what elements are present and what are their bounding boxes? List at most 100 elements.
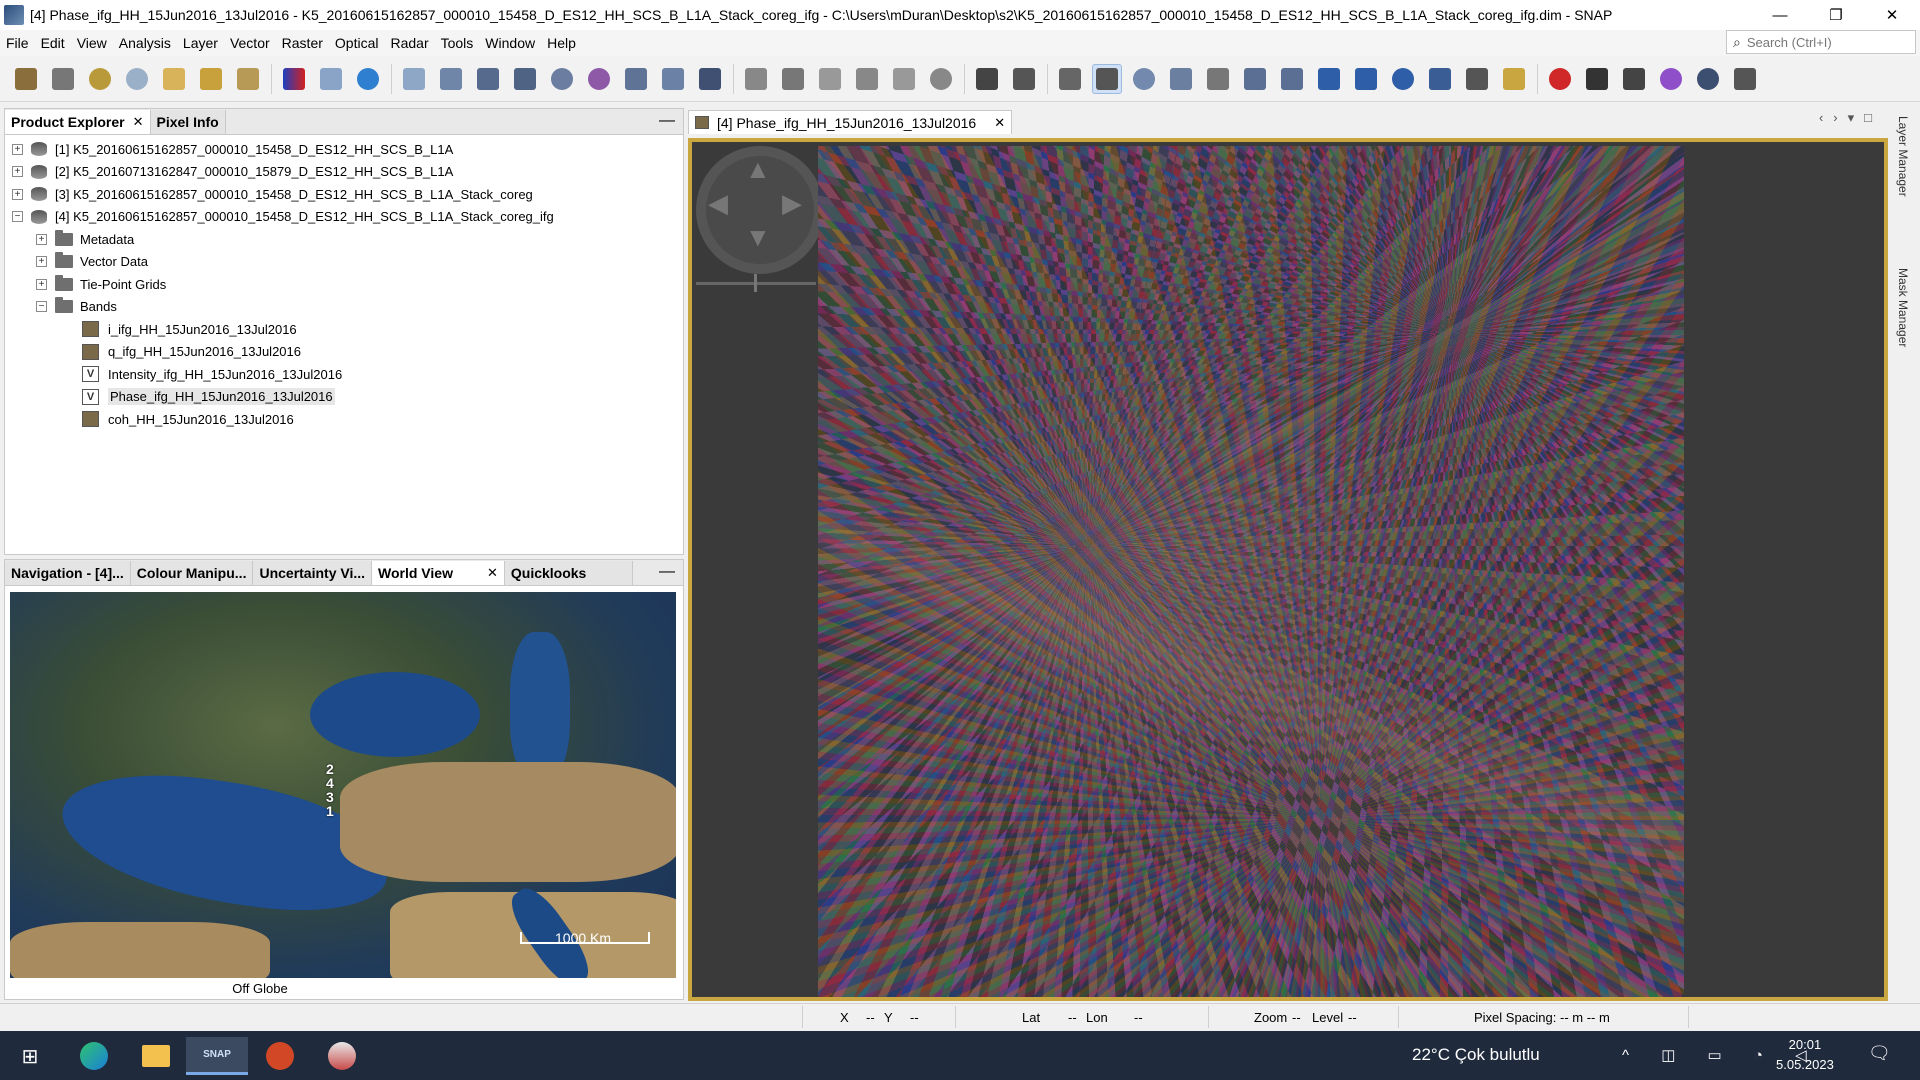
menu-radar[interactable]: Radar bbox=[384, 35, 434, 51]
taskbar-powerpoint[interactable] bbox=[260, 1037, 300, 1075]
binary-icon[interactable] bbox=[1619, 64, 1649, 94]
tree-product-1[interactable]: + [1] K5_20160615162857_000010_15458_D_E… bbox=[5, 138, 683, 161]
menu-optical[interactable]: Optical bbox=[329, 35, 385, 51]
tab-colour-manipulation[interactable]: Colour Manipu... bbox=[130, 561, 254, 585]
expand-icon[interactable]: + bbox=[12, 166, 23, 178]
collapse-icon[interactable]: − bbox=[36, 301, 47, 313]
menu-view[interactable]: View bbox=[71, 35, 113, 51]
pan-tool-icon[interactable] bbox=[1092, 63, 1122, 94]
polyline-tool-icon[interactable] bbox=[1277, 64, 1307, 94]
taskbar-snap[interactable]: SNAP bbox=[186, 1037, 248, 1075]
mask-manager-tab[interactable]: Mask Manager bbox=[1896, 268, 1910, 347]
world-map-view[interactable]: 2 4 3 1 1000 Km bbox=[10, 592, 676, 978]
session-icon[interactable] bbox=[159, 64, 189, 94]
tree-band-coh[interactable]: coh_HH_15Jun2016_13Jul2016 bbox=[5, 408, 683, 431]
correlative-plot-icon[interactable] bbox=[658, 64, 688, 94]
expand-icon[interactable]: + bbox=[36, 233, 47, 245]
heart-icon[interactable] bbox=[1656, 64, 1686, 94]
tab-world-view[interactable]: World View ✕ bbox=[372, 561, 505, 585]
layers-dropdown-icon[interactable] bbox=[1730, 64, 1760, 94]
image-canvas[interactable]: ▲ ▼ ◀ ▶ bbox=[688, 138, 1888, 1001]
tree-product-3[interactable]: + [3] K5_20160615162857_000010_15458_D_E… bbox=[5, 183, 683, 206]
tree-band-phase-ifg[interactable]: V Phase_ifg_HH_15Jun2016_13Jul2016 bbox=[5, 386, 683, 409]
pan-left-icon[interactable]: ◀ bbox=[708, 188, 728, 219]
menu-analysis[interactable]: Analysis bbox=[113, 35, 177, 51]
menu-file[interactable]: File bbox=[0, 35, 35, 51]
notification-icon[interactable]: 🗨 bbox=[1868, 1043, 1891, 1064]
tree-folder-tie-point-grids[interactable]: + Tie-Point Grids bbox=[5, 273, 683, 296]
tree-folder-bands[interactable]: − Bands bbox=[5, 296, 683, 319]
tab-navigation[interactable]: Navigation - [4]... bbox=[5, 561, 131, 585]
restore-button[interactable]: ❐ bbox=[1808, 0, 1864, 30]
gcp-tool-icon[interactable] bbox=[1203, 64, 1233, 94]
menu-window[interactable]: Window bbox=[479, 35, 541, 51]
redo-icon[interactable] bbox=[122, 64, 152, 94]
select-tool-icon[interactable] bbox=[1055, 64, 1085, 94]
tab-product-explorer[interactable]: Product Explorer ✕ bbox=[5, 110, 151, 134]
pan-right-icon[interactable]: ▶ bbox=[782, 188, 802, 219]
user-icon[interactable] bbox=[1693, 64, 1723, 94]
save-product-icon[interactable] bbox=[48, 64, 78, 94]
tab-pixel-info[interactable]: Pixel Info bbox=[150, 110, 226, 134]
world-map-icon[interactable] bbox=[926, 64, 956, 94]
close-icon[interactable]: ✕ bbox=[994, 115, 1005, 131]
scatter-plot-icon[interactable] bbox=[473, 64, 503, 94]
band-maths-icon[interactable] bbox=[316, 64, 346, 94]
magic-wand-icon[interactable] bbox=[1425, 64, 1455, 94]
minimize-button[interactable]: — bbox=[1752, 0, 1808, 30]
collapse-icon[interactable]: − bbox=[12, 211, 23, 223]
tree-product-4[interactable]: − [4] K5_20160615162857_000010_15458_D_E… bbox=[5, 206, 683, 229]
tree-product-2[interactable]: + [2] K5_20160713162847_000010_15879_D_E… bbox=[5, 161, 683, 184]
weather-widget[interactable]: 22°C Çok bulutlu bbox=[1412, 1045, 1540, 1065]
tree-band-i-ifg[interactable]: i_ifg_HH_15Jun2016_13Jul2016 bbox=[5, 318, 683, 341]
search-input[interactable]: ⌕ Search (Ctrl+I) bbox=[1726, 30, 1916, 54]
zoom-slider[interactable] bbox=[696, 274, 816, 292]
taskbar-app[interactable] bbox=[322, 1037, 362, 1075]
start-button[interactable]: ⊞ bbox=[10, 1037, 50, 1075]
star-icon[interactable] bbox=[1545, 64, 1575, 94]
pin-placing-tool-icon[interactable] bbox=[1166, 64, 1196, 94]
menu-tools[interactable]: Tools bbox=[435, 35, 480, 51]
tree-folder-metadata[interactable]: + Metadata bbox=[5, 228, 683, 251]
close-button[interactable]: ✕ bbox=[1864, 0, 1920, 30]
profile-plot-icon[interactable] bbox=[621, 64, 651, 94]
taskbar-file-explorer[interactable] bbox=[136, 1037, 176, 1075]
minimize-icon[interactable]: — bbox=[659, 563, 675, 581]
menu-vector[interactable]: Vector bbox=[224, 35, 276, 51]
close-icon[interactable]: ✕ bbox=[487, 565, 498, 581]
histogram-icon[interactable] bbox=[510, 64, 540, 94]
tree-band-intensity-ifg[interactable]: V Intensity_ifg_HH_15Jun2016_13Jul2016 bbox=[5, 363, 683, 386]
tree-folder-vector-data[interactable]: + Vector Data bbox=[5, 251, 683, 274]
polygon-tool-icon[interactable] bbox=[1351, 64, 1381, 94]
open-product-icon[interactable] bbox=[11, 64, 41, 94]
spectrum-icon[interactable] bbox=[353, 64, 383, 94]
tab-phase-image[interactable]: [4] Phase_ifg_HH_15Jun2016_13Jul2016 ✕ bbox=[688, 110, 1013, 134]
import-icon[interactable] bbox=[196, 64, 226, 94]
ellipse-tool-icon[interactable] bbox=[1388, 64, 1418, 94]
layer-icon[interactable] bbox=[778, 64, 808, 94]
graph-builder-icon[interactable] bbox=[972, 64, 1002, 94]
information-icon[interactable] bbox=[399, 64, 429, 94]
expand-icon[interactable]: + bbox=[12, 188, 23, 200]
navigation-control[interactable]: ▲ ▼ ◀ ▶ bbox=[696, 146, 824, 274]
grid-icon[interactable] bbox=[815, 64, 845, 94]
clock[interactable]: 20:01 5.05.2023 bbox=[1776, 1035, 1834, 1075]
batch-processing-icon[interactable] bbox=[1009, 64, 1039, 94]
tab-navigation-controls[interactable]: ‹›▾□ bbox=[1819, 110, 1882, 126]
menu-raster[interactable]: Raster bbox=[276, 35, 329, 51]
expand-icon[interactable]: + bbox=[36, 278, 47, 290]
globe-icon[interactable] bbox=[547, 64, 577, 94]
rectangle-tool-icon[interactable] bbox=[1314, 64, 1344, 94]
statistics-icon[interactable] bbox=[584, 64, 614, 94]
pan-up-icon[interactable]: ▲ bbox=[745, 154, 771, 185]
minimize-icon[interactable]: — bbox=[659, 112, 675, 130]
expand-icon[interactable]: + bbox=[36, 256, 47, 268]
tab-quicklooks[interactable]: Quicklooks bbox=[504, 561, 633, 585]
pan-down-icon[interactable]: ▼ bbox=[745, 222, 771, 253]
pencil-icon[interactable] bbox=[1499, 64, 1529, 94]
layer-manager-tab[interactable]: Layer Manager bbox=[1896, 116, 1910, 197]
export-icon[interactable] bbox=[233, 64, 263, 94]
graticule-icon[interactable] bbox=[741, 64, 771, 94]
menu-layer[interactable]: Layer bbox=[177, 35, 224, 51]
tree-band-q-ifg[interactable]: q_ifg_HH_15Jun2016_13Jul2016 bbox=[5, 341, 683, 364]
